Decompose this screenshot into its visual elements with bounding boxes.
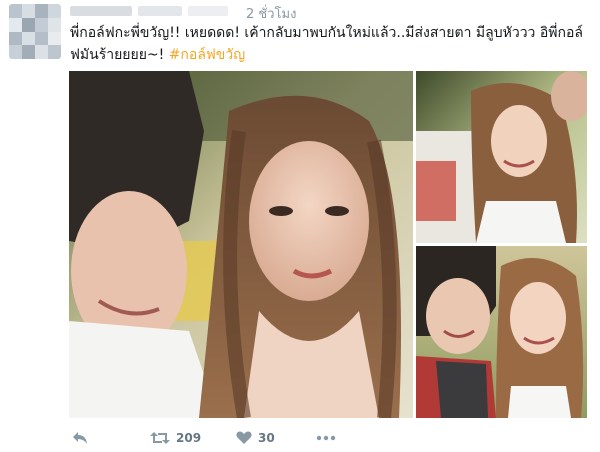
tweet-photo-bottom-right[interactable] (416, 246, 587, 418)
retweet-icon (150, 431, 170, 445)
tweet-media-grid (69, 71, 587, 418)
like-count: 30 (258, 431, 275, 445)
tweet-photo-main[interactable] (69, 71, 413, 418)
reply-icon (72, 431, 88, 445)
tweet-timestamp[interactable]: 2 ชั่วโมง (246, 3, 296, 24)
reply-button[interactable] (72, 428, 88, 448)
retweet-count: 209 (176, 431, 202, 445)
tweet-photo-top-right[interactable] (416, 71, 587, 243)
like-button[interactable]: 30 (236, 428, 275, 448)
author-handle-redacted[interactable] (138, 6, 182, 16)
tweet-card: 2 ชั่วโมง พี่กอล์ฟกะพี่ขวัญ!! เหยดดด! เค… (0, 0, 600, 452)
tweet-actions: 209 30 (68, 428, 388, 448)
hashtag-link[interactable]: #กอล์ฟขวัญ (169, 47, 245, 63)
retweet-button[interactable]: 209 (150, 428, 201, 448)
tweet-text-line-1: พี่กอล์ฟกะพี่ขวัญ!! เหยดดด! เค้ากลับมาพบ… (70, 25, 583, 41)
tweet-text: พี่กอล์ฟกะพี่ขวัญ!! เหยดดด! เค้ากลับมาพบ… (70, 22, 590, 66)
more-button[interactable] (316, 428, 336, 448)
tweet-text-line-2: ฟมันร้ายยยย~! #กอล์ฟขวัญ (70, 44, 590, 66)
avatar[interactable] (9, 4, 61, 59)
more-icon (316, 435, 336, 441)
tweet-text-line-2-prefix: ฟมันร้ายยยย~! (70, 47, 169, 63)
heart-icon (236, 431, 252, 445)
author-name-redacted[interactable] (70, 6, 132, 16)
author-handle-redacted-2 (188, 6, 228, 16)
